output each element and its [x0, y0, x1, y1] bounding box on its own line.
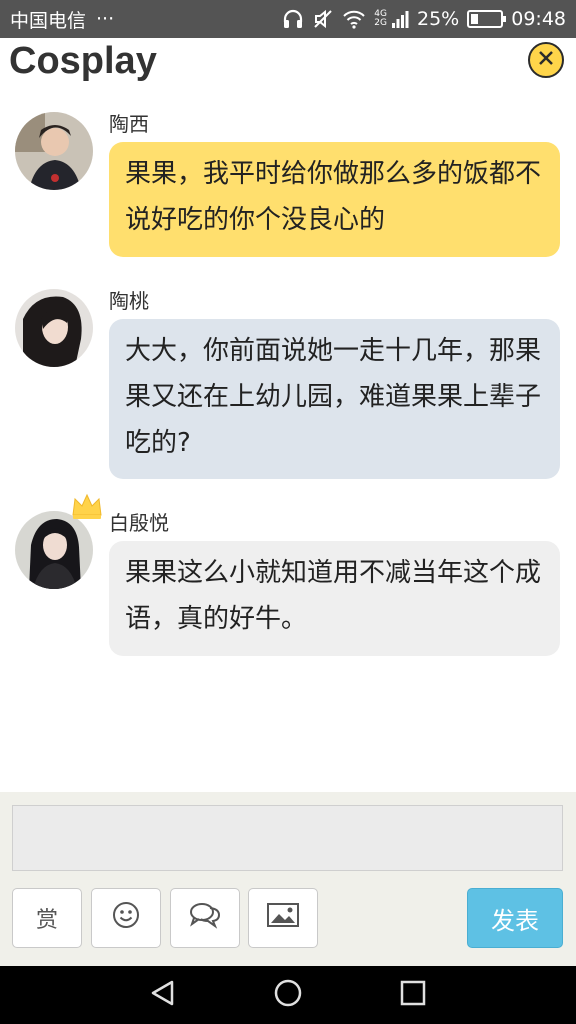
avatar[interactable] — [15, 112, 93, 190]
image-button[interactable] — [248, 888, 318, 948]
composer: 赏 发表 — [0, 792, 576, 966]
message-bubble: 果果这么小就知道用不减当年这个成语，真的好牛。 — [109, 541, 560, 656]
close-button[interactable] — [528, 42, 564, 78]
smiley-icon — [111, 900, 141, 936]
image-icon — [266, 901, 300, 935]
clock: 09:48 — [511, 8, 566, 30]
signal-icon — [391, 9, 409, 29]
network-type: 4G 2G — [374, 10, 387, 28]
close-circle-icon — [537, 49, 555, 71]
page-title: Cosplay — [9, 40, 157, 82]
avatar[interactable] — [15, 289, 93, 367]
net-bottom-label: 2G — [374, 18, 387, 28]
wifi-icon — [342, 9, 366, 29]
sender-name: 陶西 — [109, 112, 149, 136]
battery-icon — [467, 10, 507, 28]
back-triangle-icon[interactable] — [148, 978, 178, 1012]
headphones-icon — [282, 9, 304, 29]
message-bubble: 果果，我平时给你做那么多的饭都不说好吃的你个没良心的 — [109, 142, 560, 257]
reward-button[interactable]: 赏 — [12, 888, 82, 948]
battery-fill — [471, 14, 479, 24]
crown-icon — [70, 491, 104, 525]
chat-button[interactable] — [170, 888, 240, 948]
comment-input[interactable] — [12, 805, 563, 871]
emoji-button[interactable] — [91, 888, 161, 948]
recents-square-icon[interactable] — [398, 978, 428, 1012]
status-bar: 中国电信 ··· 4G 2G 25% 09:48 — [0, 0, 576, 38]
sender-name: 陶桃 — [109, 289, 149, 313]
sender-name: 白殷悦 — [109, 511, 169, 535]
battery-percent: 25% — [417, 8, 460, 30]
home-circle-icon[interactable] — [273, 978, 303, 1012]
more-notifications: ··· — [96, 8, 115, 30]
reward-label: 赏 — [35, 908, 58, 933]
carrier-label: 中国电信 — [10, 9, 87, 32]
system-nav-bar — [0, 966, 576, 1024]
send-label: 发表 — [491, 906, 539, 935]
send-button[interactable]: 发表 — [467, 888, 563, 948]
speech-bubbles-icon — [188, 900, 222, 936]
mute-icon — [312, 8, 334, 30]
message-bubble: 大大，你前面说她一走十几年，那果果又还在上幼儿园，难道果果上辈子吃的? — [109, 319, 560, 479]
header: Cosplay — [0, 38, 576, 90]
